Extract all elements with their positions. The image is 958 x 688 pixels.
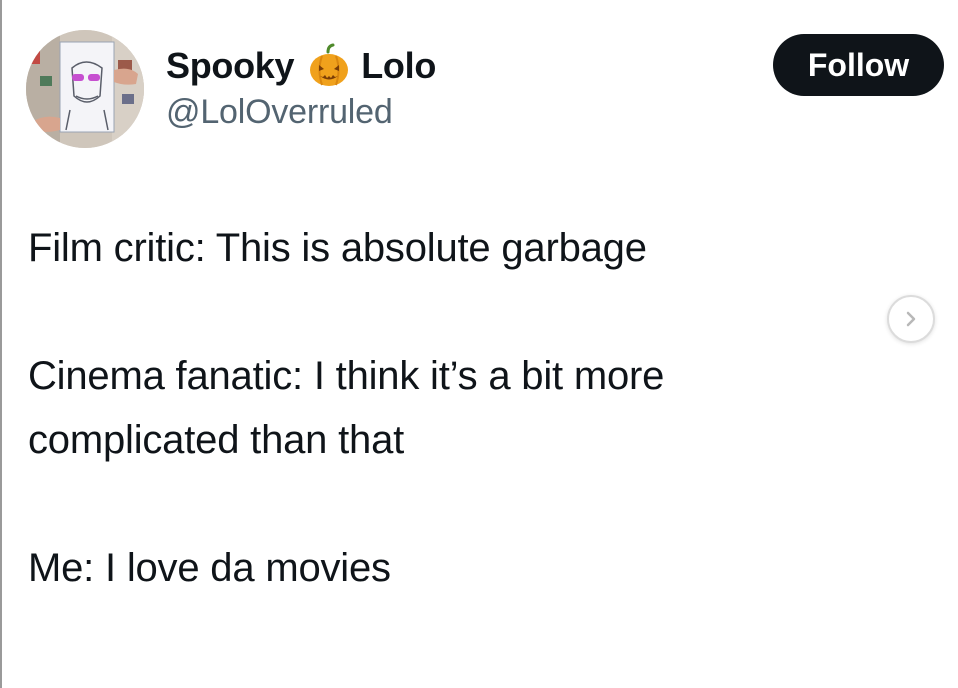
tweet-line [28,472,868,536]
tweet-line: Film critic: This is absolute garbage [28,226,647,270]
author-name-last: Lolo [361,45,437,86]
author-display-name[interactable]: Spooky Lolo [166,43,437,89]
tweet-text: Film critic: This is absolute garbage Ci… [28,216,868,600]
author-handle[interactable]: @LolOverruled [166,93,393,132]
tweet-line: complicated than that [28,418,405,462]
avatar-image [26,30,144,148]
next-slide-button[interactable] [887,295,935,343]
avatar[interactable] [26,30,144,148]
tweet-line [28,280,868,344]
tweet-line: Me: I love da movies [28,546,391,590]
tweet-line: Cinema fanatic: I think it’s a bit more [28,354,665,398]
chevron-right-icon [906,311,916,327]
pumpkin-icon [306,43,352,89]
frame-edge [0,0,2,688]
follow-button[interactable]: Follow [773,34,944,96]
author-name-first: Spooky [166,45,295,86]
